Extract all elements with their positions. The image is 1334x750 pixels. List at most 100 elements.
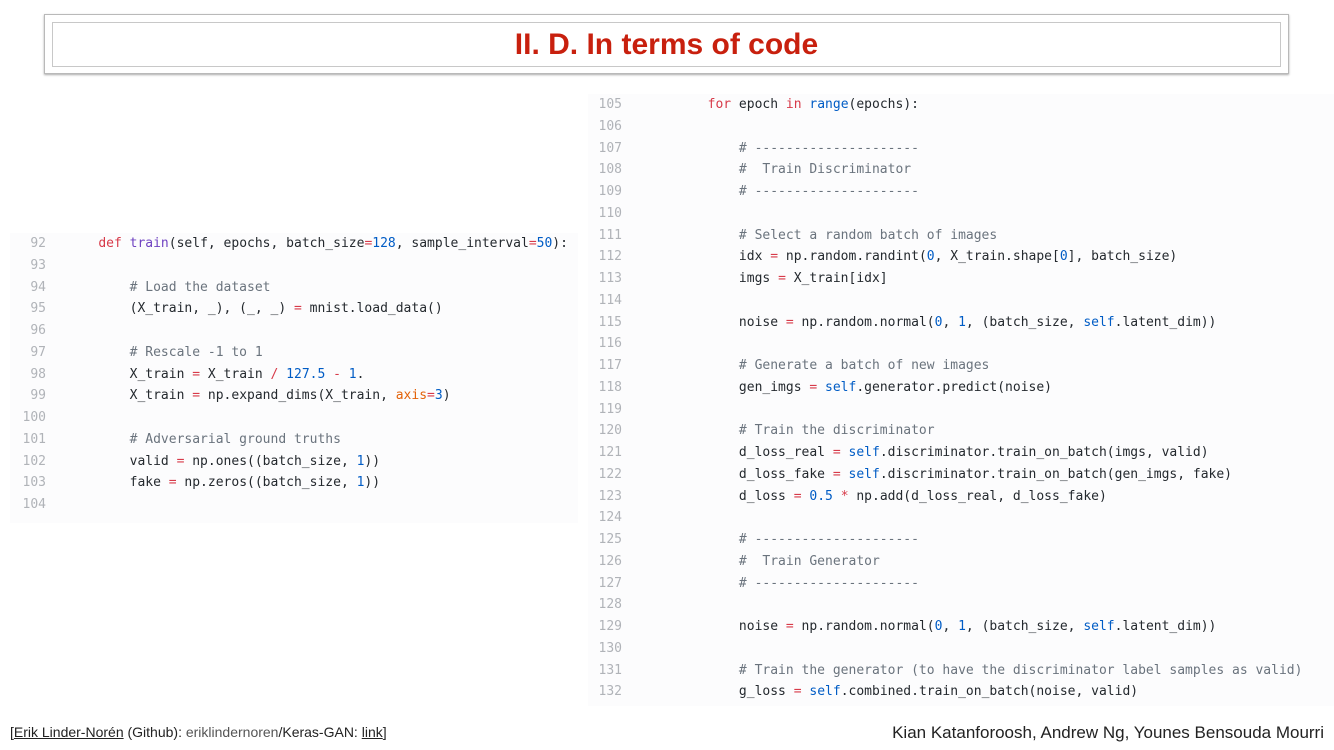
line-number: 115 xyxy=(598,314,622,330)
code-line: 109 # --------------------- xyxy=(588,181,1334,203)
code-line: 117 # Generate a batch of new images xyxy=(588,355,1334,377)
code-token: epoch xyxy=(731,97,786,112)
line-number: 128 xyxy=(598,597,622,613)
code-token: .generator.predict(noise) xyxy=(856,379,1053,395)
code-token: (epochs): xyxy=(848,97,919,112)
line-number: 105 xyxy=(598,97,622,112)
code-text: def train(self, epochs, batch_size = 128, … xyxy=(67,233,568,255)
code-token: .discriminator.train_on_batch(imgs, vali… xyxy=(879,445,1209,460)
code-token: np.expand_dims(X_train, xyxy=(200,388,396,404)
code-line: 122 d_loss_fake = self.discriminator.tra… xyxy=(588,464,1334,486)
code-token: 0 xyxy=(1059,249,1068,265)
line-number: 120 xyxy=(598,423,622,439)
code-token: np.random.normal( xyxy=(793,619,935,634)
code-token: # Train the discriminator xyxy=(645,423,935,439)
code-token: 1 xyxy=(348,366,357,382)
code-line: 125 # --------------------- xyxy=(588,529,1334,551)
slide-title: II. D. In terms of code xyxy=(514,27,819,61)
code-line: 123 d_loss = 0.5 * np.add(d_loss_real, d… xyxy=(588,486,1334,508)
code-token: = xyxy=(778,271,786,286)
line-number: 119 xyxy=(598,401,622,417)
code-line: 93 xyxy=(10,255,578,277)
line-number: 103 xyxy=(22,475,46,491)
code-token: axis xyxy=(395,388,428,404)
code-line: 107 # --------------------- xyxy=(588,138,1334,160)
code-text: # --------------------- xyxy=(645,529,919,551)
line-number: 114 xyxy=(598,292,622,308)
code-line: 94 # Load the dataset xyxy=(10,277,578,299)
code-token: np.random.normal( xyxy=(793,314,935,330)
code-token: 50 xyxy=(536,236,553,251)
line-number: 96 xyxy=(30,323,46,338)
code-text: # Adversarial ground truths xyxy=(67,429,341,451)
code-token: d_loss_real xyxy=(645,445,833,460)
code-panel-training-loop: 105 for epoch in range(epochs): 106 107 # … xyxy=(588,94,1334,706)
code-token: - xyxy=(333,366,341,382)
code-token: ): xyxy=(552,236,568,251)
code-line: 130 xyxy=(588,638,1334,660)
code-token: self xyxy=(848,466,880,482)
code-text: # --------------------- xyxy=(645,181,919,203)
bracket-close: ] xyxy=(382,724,387,740)
code-token: train xyxy=(129,236,169,251)
code-token: gen_imgs xyxy=(645,379,810,395)
code-token: , xyxy=(942,619,959,634)
repo-link[interactable]: link xyxy=(362,724,383,740)
line-number: 104 xyxy=(22,497,46,512)
code-token: , xyxy=(942,314,959,330)
code-text: # --------------------- xyxy=(645,573,919,595)
code-token: range xyxy=(809,97,849,112)
line-number: 124 xyxy=(598,510,622,526)
line-number: 110 xyxy=(598,205,622,221)
line-number: 109 xyxy=(598,184,622,199)
author-link[interactable]: Erik Linder-Norén xyxy=(14,724,124,740)
code-token: = xyxy=(770,249,779,265)
code-line: 132 g_loss = self.combined.train_on_batc… xyxy=(588,681,1334,703)
code-token: np.ones((batch_size, xyxy=(184,453,357,469)
code-token: .latent_dim)) xyxy=(1114,314,1217,330)
line-number: 127 xyxy=(598,575,622,591)
code-token: # Generate a batch of new images xyxy=(645,358,990,373)
code-line: 131 # Train the generator (to have the d… xyxy=(588,660,1334,682)
code-token: )) xyxy=(364,453,381,469)
code-text: # --------------------- xyxy=(645,138,919,160)
code-token: (self, epochs, batch_size xyxy=(168,236,365,251)
line-number: 100 xyxy=(22,410,46,425)
code-token: # Train Discriminator xyxy=(645,162,912,178)
code-token: # Load the dataset xyxy=(67,279,271,295)
code-token: 0.5 xyxy=(809,488,833,504)
code-text: # Train the generator (to have the discr… xyxy=(645,660,1303,682)
code-line: 97 # Rescale -1 to 1 xyxy=(10,342,578,364)
code-token: 0 xyxy=(926,249,935,265)
code-token: d_loss_fake xyxy=(645,466,833,482)
code-line: 121 d_loss_real = self.discriminator.tra… xyxy=(588,442,1334,464)
line-number: 106 xyxy=(598,118,622,134)
code-line: 129 noise = np.random.normal(0, 1, (batc… xyxy=(588,616,1334,638)
code-line: 128 xyxy=(588,594,1334,616)
code-token: def xyxy=(98,236,122,251)
line-number: 97 xyxy=(30,344,46,360)
code-token: np.zeros((batch_size, xyxy=(176,475,357,491)
code-line: 111 # Select a random batch of images xyxy=(588,225,1334,247)
code-token: mnist.load_data() xyxy=(301,301,443,317)
code-line: 116 xyxy=(588,333,1334,355)
code-token: = xyxy=(192,366,201,382)
code-token: in xyxy=(785,97,802,112)
code-line: 95 (X_train, _), (_, _) = mnist.load_dat… xyxy=(10,298,578,320)
line-number: 107 xyxy=(598,140,622,156)
code-token: (X_train, _), (_, _) xyxy=(67,301,294,317)
line-number: 117 xyxy=(598,358,622,373)
code-token: # --------------------- xyxy=(645,140,919,156)
code-token: 127.5 xyxy=(286,366,326,382)
code-token: # --------------------- xyxy=(645,184,919,199)
code-token: .latent_dim)) xyxy=(1114,619,1217,634)
code-token: idx xyxy=(645,249,771,265)
code-token: . xyxy=(356,366,365,382)
code-token: for xyxy=(707,97,732,112)
